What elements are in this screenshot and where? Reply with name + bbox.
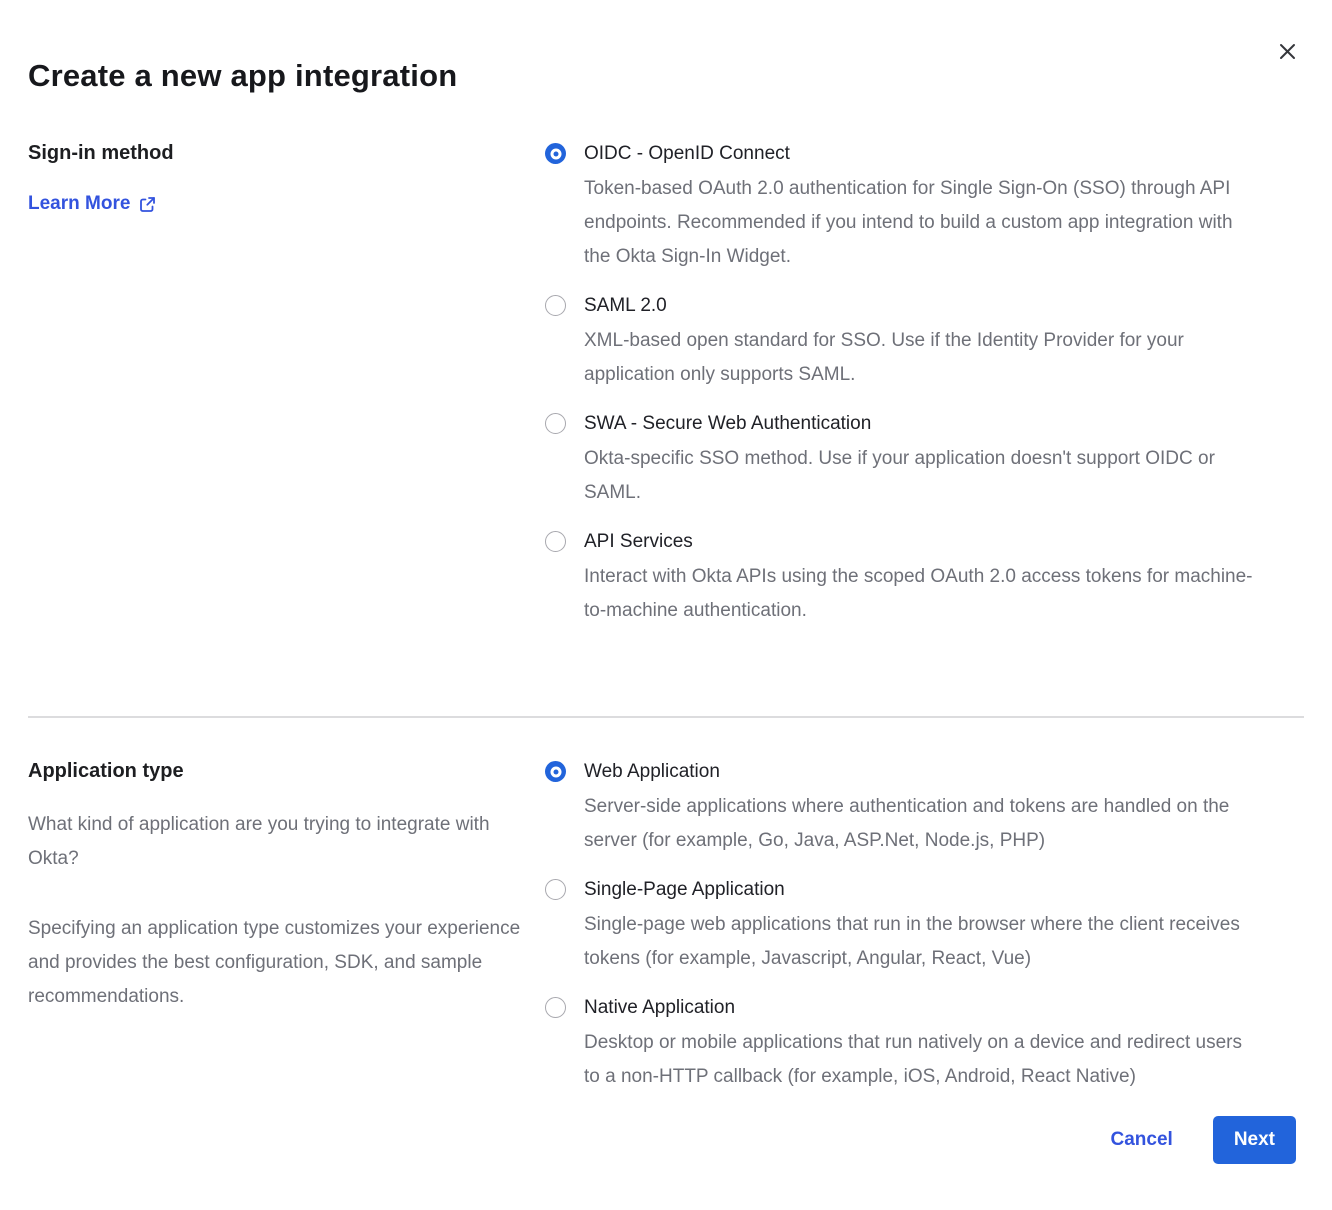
application-type-question: What kind of application are you trying … <box>28 808 525 876</box>
option-description: Single-page web applications that run in… <box>584 908 1259 976</box>
radio-option-oidc[interactable]: OIDC - OpenID Connect Token-based OAuth … <box>545 140 1259 274</box>
radio-button[interactable] <box>545 295 566 316</box>
radio-option-web-application[interactable]: Web Application Server-side applications… <box>545 758 1259 858</box>
option-description: Server-side applications where authentic… <box>584 790 1259 858</box>
option-title: OIDC - OpenID Connect <box>584 140 1259 168</box>
option-text: SAML 2.0 XML-based open standard for SSO… <box>584 292 1259 392</box>
learn-more-link[interactable]: Learn More <box>28 193 156 215</box>
option-text: SWA - Secure Web Authentication Okta-spe… <box>584 410 1259 510</box>
dialog-footer: Cancel Next <box>1111 1116 1297 1164</box>
option-text: OIDC - OpenID Connect Token-based OAuth … <box>584 140 1259 274</box>
option-text: Web Application Server-side applications… <box>584 758 1259 858</box>
signin-method-section: Sign-in method Learn More OIDC - OpenID … <box>0 140 1332 646</box>
option-title: Single-Page Application <box>584 876 1259 904</box>
option-text: API Services Interact with Okta APIs usi… <box>584 528 1259 628</box>
option-title: SWA - Secure Web Authentication <box>584 410 1259 438</box>
radio-button[interactable] <box>545 413 566 434</box>
cancel-button[interactable]: Cancel <box>1111 1129 1173 1151</box>
option-title: Native Application <box>584 994 1259 1022</box>
create-app-integration-dialog: Create a new app integration Sign-in met… <box>0 0 1332 1210</box>
page-title: Create a new app integration <box>0 0 1332 94</box>
signin-method-label: Sign-in method <box>28 140 525 166</box>
option-title: API Services <box>584 528 1259 556</box>
radio-option-saml[interactable]: SAML 2.0 XML-based open standard for SSO… <box>545 292 1259 392</box>
option-title: Web Application <box>584 758 1259 786</box>
close-button[interactable] <box>1274 38 1300 64</box>
option-text: Native Application Desktop or mobile app… <box>584 994 1259 1094</box>
radio-button[interactable] <box>545 531 566 552</box>
section-divider <box>28 716 1304 718</box>
option-description: Okta-specific SSO method. Use if your ap… <box>584 442 1259 510</box>
close-icon <box>1278 42 1297 61</box>
option-description: XML-based open standard for SSO. Use if … <box>584 324 1259 392</box>
radio-option-native-application[interactable]: Native Application Desktop or mobile app… <box>545 994 1259 1094</box>
radio-option-api-services[interactable]: API Services Interact with Okta APIs usi… <box>545 528 1259 628</box>
signin-method-options: OIDC - OpenID Connect Token-based OAuth … <box>545 140 1259 646</box>
radio-button[interactable] <box>545 879 566 900</box>
radio-option-swa[interactable]: SWA - Secure Web Authentication Okta-spe… <box>545 410 1259 510</box>
application-type-options: Web Application Server-side applications… <box>545 758 1259 1112</box>
next-button[interactable]: Next <box>1213 1116 1296 1164</box>
application-type-left-column: Application type What kind of applicatio… <box>28 758 545 1112</box>
application-type-section: Application type What kind of applicatio… <box>0 758 1332 1112</box>
option-description: Token-based OAuth 2.0 authentication for… <box>584 172 1259 274</box>
option-description: Desktop or mobile applications that run … <box>584 1026 1259 1094</box>
application-type-label: Application type <box>28 758 525 784</box>
option-title: SAML 2.0 <box>584 292 1259 320</box>
option-description: Interact with Okta APIs using the scoped… <box>584 560 1259 628</box>
radio-option-single-page-application[interactable]: Single-Page Application Single-page web … <box>545 876 1259 976</box>
option-text: Single-Page Application Single-page web … <box>584 876 1259 976</box>
learn-more-label: Learn More <box>28 193 130 215</box>
radio-button[interactable] <box>545 761 566 782</box>
radio-button[interactable] <box>545 143 566 164</box>
application-type-help-text: Specifying an application type customize… <box>28 912 525 1014</box>
external-link-icon <box>139 196 156 213</box>
signin-method-left-column: Sign-in method Learn More <box>28 140 545 646</box>
radio-button[interactable] <box>545 997 566 1018</box>
